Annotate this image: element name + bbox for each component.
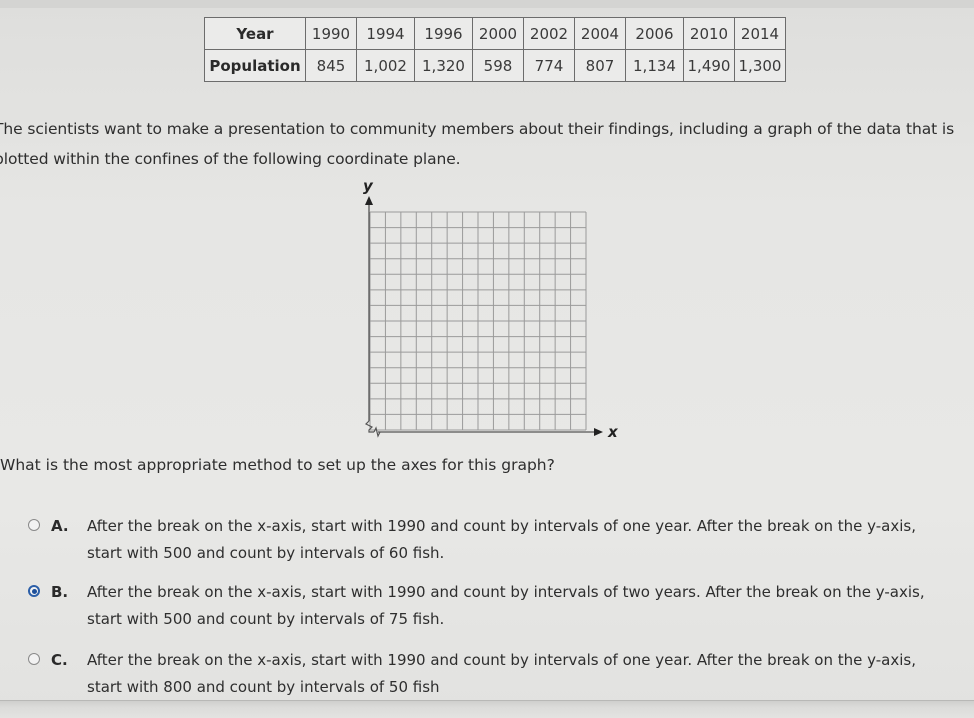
year-cell: 2000: [472, 17, 524, 50]
x-axis-arrow-icon: [594, 428, 603, 436]
population-cell: 1,134: [625, 49, 684, 82]
top-edge: [0, 0, 974, 8]
option-c[interactable]: C. After the break on the x-axis, start …: [28, 647, 958, 701]
population-cell: 1,320: [414, 49, 473, 82]
option-text: After the break on the x-axis, start wit…: [87, 647, 958, 701]
option-text: After the break on the x-axis, start wit…: [87, 579, 958, 633]
population-table: Year 1990 1994 1996 2000 2002 2004 2006 …: [204, 17, 786, 82]
population-cell: 845: [305, 49, 357, 82]
option-text: After the break on the x-axis, start wit…: [87, 513, 958, 567]
year-cell: 1994: [356, 17, 415, 50]
radio-button-c[interactable]: [28, 653, 40, 665]
option-text-line-2: start with 500 and count by intervals of…: [87, 610, 445, 628]
year-cell: 2014: [734, 17, 786, 50]
prompt-line-2: plotted within the confines of the follo…: [0, 150, 461, 168]
row-header-year: Year: [204, 17, 306, 50]
y-axis-label: y: [363, 177, 374, 195]
option-letter: C.: [51, 651, 68, 669]
population-cell: 1,002: [356, 49, 415, 82]
grid: [369, 211, 587, 431]
option-letter: B.: [51, 583, 69, 601]
option-text-line-1: After the break on the x-axis, start wit…: [87, 517, 916, 535]
year-cell: 2004: [574, 17, 626, 50]
option-text-line-2: start with 500 and count by intervals of…: [87, 544, 445, 562]
table-row-population: Population 845 1,002 1,320 598 774 807 1…: [204, 49, 786, 82]
option-letter: A.: [51, 517, 69, 535]
radio-button-b[interactable]: [28, 585, 40, 597]
x-axis-label: x: [607, 423, 619, 441]
option-b[interactable]: B. After the break on the x-axis, start …: [28, 579, 958, 633]
option-a[interactable]: A. After the break on the x-axis, start …: [28, 513, 958, 567]
option-text-line-1: After the break on the x-axis, start wit…: [87, 651, 916, 669]
option-text-line-2: start with 800 and count by intervals of…: [87, 678, 440, 696]
row-header-population: Population: [204, 49, 306, 82]
population-cell: 1,490: [683, 49, 735, 82]
page-bottom-edge: [0, 700, 974, 718]
year-cell: 2010: [683, 17, 735, 50]
option-text-line-1: After the break on the x-axis, start wit…: [87, 583, 925, 601]
question-text: What is the most appropriate method to s…: [0, 456, 555, 474]
population-cell: 774: [523, 49, 575, 82]
problem-prompt: The scientists want to make a presentati…: [0, 114, 974, 174]
radio-button-a[interactable]: [28, 519, 40, 531]
coordinate-plane: y x: [363, 177, 619, 441]
prompt-line-1: The scientists want to make a presentati…: [0, 120, 955, 138]
table-row-year: Year 1990 1994 1996 2000 2002 2004 2006 …: [204, 17, 786, 50]
y-axis-arrow-icon: [365, 196, 373, 205]
population-cell: 807: [574, 49, 626, 82]
population-cell: 598: [472, 49, 524, 82]
population-cell: 1,300: [734, 49, 786, 82]
year-cell: 2002: [523, 17, 575, 50]
year-cell: 1990: [305, 17, 357, 50]
year-cell: 2006: [625, 17, 684, 50]
year-cell: 1996: [414, 17, 473, 50]
